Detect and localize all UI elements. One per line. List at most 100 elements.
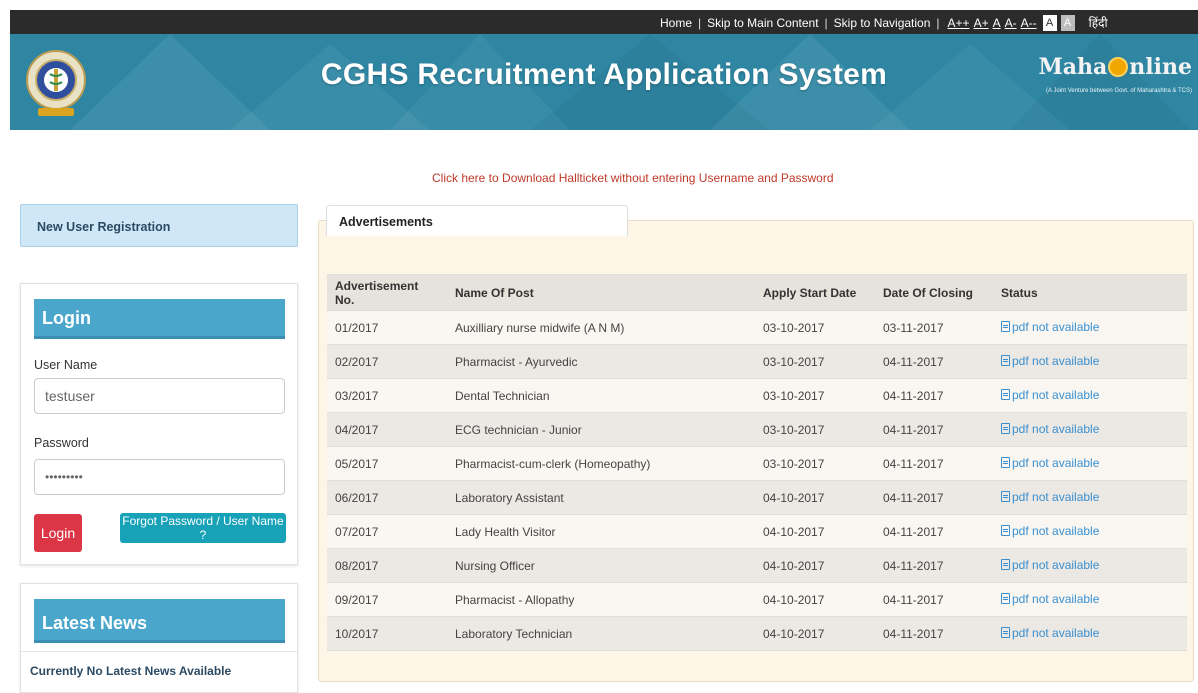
post-name: Laboratory Assistant bbox=[447, 480, 755, 515]
pdf-icon bbox=[1001, 423, 1010, 435]
font-size-smallest-button[interactable]: A-- bbox=[1021, 16, 1037, 30]
latest-news-heading: Latest News bbox=[34, 599, 285, 643]
status-link[interactable]: pdf not available bbox=[1001, 592, 1099, 606]
table-row: 08/2017 Nursing Officer 04-10-2017 04-11… bbox=[327, 548, 1187, 583]
closing-date: 04-11-2017 bbox=[875, 616, 993, 651]
table-row: 01/2017 Auxilliary nurse midwife (A N M)… bbox=[327, 310, 1187, 345]
advertisement-number: 03/2017 bbox=[327, 378, 447, 413]
status-text: pdf not available bbox=[1012, 455, 1100, 470]
status-cell: pdf not available bbox=[993, 548, 1187, 583]
top-utility-bar: Home | Skip to Main Content | Skip to Na… bbox=[10, 10, 1198, 34]
status-link[interactable]: pdf not available bbox=[1001, 626, 1099, 640]
closing-date: 04-11-2017 bbox=[875, 548, 993, 583]
apply-start-date: 03-10-2017 bbox=[755, 412, 875, 447]
advertisements-table: Advertisement No. Name Of Post Apply Sta… bbox=[327, 274, 1187, 651]
pdf-icon bbox=[1001, 627, 1010, 639]
post-name: Nursing Officer bbox=[447, 548, 755, 583]
forgot-password-button[interactable]: Forgot Password / User Name ? bbox=[120, 513, 286, 543]
skip-to-main-content-link[interactable]: Skip to Main Content bbox=[707, 16, 818, 30]
advertisement-number: 08/2017 bbox=[327, 548, 447, 583]
status-cell: pdf not available bbox=[993, 514, 1187, 549]
status-cell: pdf not available bbox=[993, 344, 1187, 379]
status-cell: pdf not available bbox=[993, 378, 1187, 413]
logo-tagline: (A Joint Venture between Govt. of Mahara… bbox=[1046, 88, 1192, 94]
advertisement-number: 02/2017 bbox=[327, 344, 447, 379]
post-name: Pharmacist - Ayurvedic bbox=[447, 344, 755, 379]
status-cell: pdf not available bbox=[993, 616, 1187, 651]
advertisements-tab[interactable]: Advertisements bbox=[326, 205, 628, 236]
post-name: ECG technician - Junior bbox=[447, 412, 755, 447]
post-name: Dental Technician bbox=[447, 378, 755, 413]
password-input[interactable] bbox=[34, 459, 285, 495]
column-header-status: Status bbox=[993, 274, 1187, 311]
advertisement-number: 01/2017 bbox=[327, 310, 447, 345]
status-link[interactable]: pdf not available bbox=[1001, 456, 1099, 470]
top-links: Home | Skip to Main Content | Skip to Na… bbox=[660, 14, 1108, 31]
post-name: Laboratory Technician bbox=[447, 616, 755, 651]
table-row: 06/2017 Laboratory Assistant 04-10-2017 … bbox=[327, 480, 1187, 515]
status-link[interactable]: pdf not available bbox=[1001, 388, 1099, 402]
advertisement-number: 05/2017 bbox=[327, 446, 447, 481]
table-row: 02/2017 Pharmacist - Ayurvedic 03-10-201… bbox=[327, 344, 1187, 379]
status-text: pdf not available bbox=[1012, 591, 1100, 606]
table-row: 03/2017 Dental Technician 03-10-2017 04-… bbox=[327, 378, 1187, 413]
closing-date: 04-11-2017 bbox=[875, 480, 993, 515]
new-user-registration-button[interactable]: New User Registration bbox=[20, 204, 298, 247]
column-header-apply-start-date: Apply Start Date bbox=[755, 274, 875, 311]
contrast-standard-button[interactable]: A bbox=[1042, 14, 1057, 31]
username-input[interactable] bbox=[34, 378, 285, 414]
separator: | bbox=[698, 15, 702, 30]
status-link[interactable]: pdf not available bbox=[1001, 354, 1099, 368]
font-size-smaller-button[interactable]: A- bbox=[1005, 16, 1017, 30]
separator: | bbox=[824, 15, 828, 30]
column-header-date-of-closing: Date Of Closing bbox=[875, 274, 993, 311]
home-link[interactable]: Home bbox=[660, 16, 692, 30]
contrast-high-button[interactable]: A bbox=[1060, 14, 1075, 31]
apply-start-date: 03-10-2017 bbox=[755, 310, 875, 345]
password-label: Password bbox=[34, 436, 89, 450]
status-link[interactable]: pdf not available bbox=[1001, 558, 1099, 572]
table-row: 04/2017 ECG technician - Junior 03-10-20… bbox=[327, 412, 1187, 447]
closing-date: 04-11-2017 bbox=[875, 514, 993, 549]
separator: | bbox=[936, 15, 940, 30]
closing-date: 04-11-2017 bbox=[875, 582, 993, 617]
pdf-icon bbox=[1001, 593, 1010, 605]
logo-text-nline: nline bbox=[1129, 54, 1192, 80]
status-link[interactable]: pdf not available bbox=[1001, 320, 1099, 334]
table-row: 05/2017 Pharmacist-cum-clerk (Homeopathy… bbox=[327, 446, 1187, 481]
pdf-icon bbox=[1001, 491, 1010, 503]
apply-start-date: 03-10-2017 bbox=[755, 344, 875, 379]
login-button[interactable]: Login bbox=[34, 514, 82, 552]
table-row: 07/2017 Lady Health Visitor 04-10-2017 0… bbox=[327, 514, 1187, 549]
column-header-advertisement-no: Advertisement No. bbox=[327, 274, 447, 311]
skip-to-navigation-link[interactable]: Skip to Navigation bbox=[834, 16, 931, 30]
font-size-larger-button[interactable]: A+ bbox=[974, 16, 989, 30]
login-heading: Login bbox=[34, 299, 285, 339]
font-size-normal-button[interactable]: A bbox=[993, 16, 1001, 30]
logo-text-maha: Maha bbox=[1038, 54, 1108, 80]
closing-date: 04-11-2017 bbox=[875, 412, 993, 447]
status-text: pdf not available bbox=[1012, 625, 1100, 640]
apply-start-date: 04-10-2017 bbox=[755, 582, 875, 617]
post-name: Lady Health Visitor bbox=[447, 514, 755, 549]
table-header-row: Advertisement No. Name Of Post Apply Sta… bbox=[327, 274, 1187, 311]
post-name: Pharmacist-cum-clerk (Homeopathy) bbox=[447, 446, 755, 481]
status-link[interactable]: pdf not available bbox=[1001, 422, 1099, 436]
divider bbox=[21, 651, 297, 652]
status-link[interactable]: pdf not available bbox=[1001, 524, 1099, 538]
status-link[interactable]: pdf not available bbox=[1001, 490, 1099, 504]
language-hindi-link[interactable]: हिंदी bbox=[1089, 14, 1108, 31]
pdf-icon bbox=[1001, 559, 1010, 571]
download-hallticket-link[interactable]: Click here to Download Hallticket withou… bbox=[432, 171, 834, 185]
apply-start-date: 03-10-2017 bbox=[755, 446, 875, 481]
apply-start-date: 04-10-2017 bbox=[755, 514, 875, 549]
closing-date: 04-11-2017 bbox=[875, 344, 993, 379]
advertisement-number: 06/2017 bbox=[327, 480, 447, 515]
mahaonline-logo: Maha nline (A Joint Venture between Govt… bbox=[1032, 54, 1192, 94]
status-text: pdf not available bbox=[1012, 557, 1100, 572]
status-cell: pdf not available bbox=[993, 310, 1187, 345]
status-text: pdf not available bbox=[1012, 523, 1100, 538]
page-title: CGHS Recruitment Application System bbox=[320, 58, 888, 91]
font-size-largest-button[interactable]: A++ bbox=[948, 16, 970, 30]
status-text: pdf not available bbox=[1012, 353, 1100, 368]
